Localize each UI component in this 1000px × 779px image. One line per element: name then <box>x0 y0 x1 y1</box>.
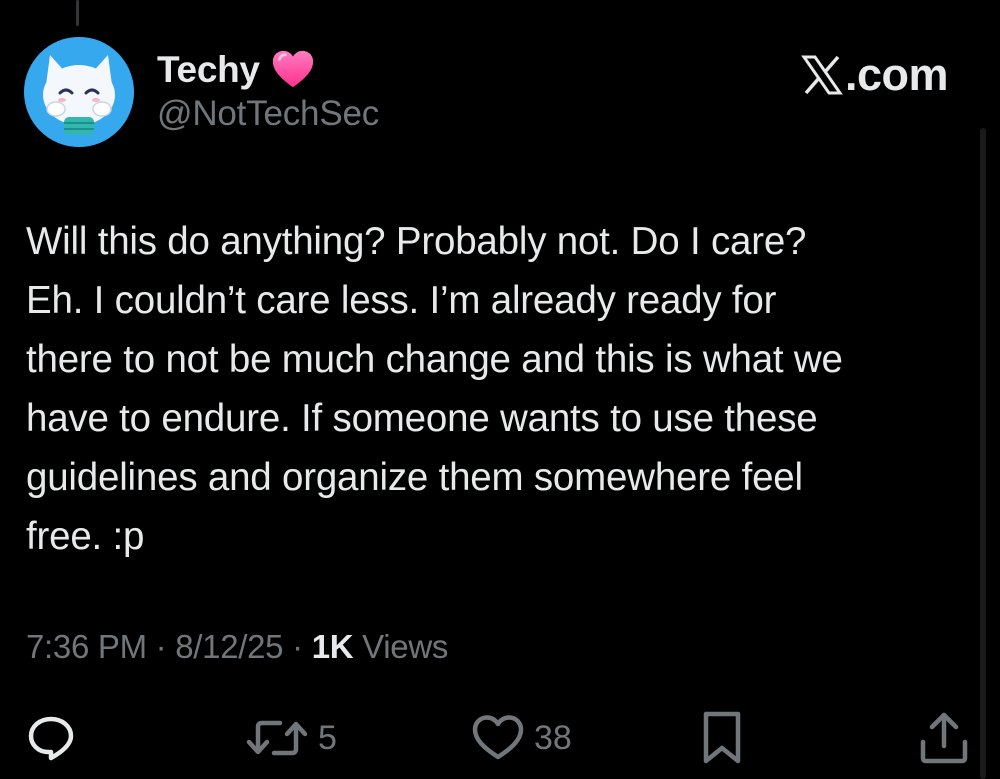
retweet-button[interactable]: 5 <box>244 706 337 770</box>
scrollbar[interactable] <box>980 128 986 779</box>
author-handle[interactable]: @NotTechSec <box>157 94 379 134</box>
share-button[interactable] <box>918 706 970 770</box>
retweet-icon <box>246 720 308 756</box>
meta-separator: · <box>146 628 176 665</box>
avatar[interactable] <box>24 37 134 147</box>
author-name-row[interactable]: Techy <box>157 46 316 94</box>
x-logo-icon <box>801 55 843 95</box>
tweet-date[interactable]: 8/12/25 <box>175 628 283 665</box>
tweet-action-bar: 5 38 <box>0 706 1000 770</box>
avatar-image <box>24 37 134 147</box>
bookmark-icon <box>703 711 741 764</box>
views-count: 1K <box>311 628 354 665</box>
tweet-time[interactable]: 7:36 PM <box>26 628 147 665</box>
like-count: 38 <box>534 718 572 757</box>
reply-icon <box>28 716 74 761</box>
meta-separator: · <box>283 628 312 665</box>
like-button[interactable]: 38 <box>470 706 572 770</box>
author-display-name[interactable]: Techy <box>157 49 260 91</box>
tweet-meta: 7:36 PM · 8/12/25 · 1K Views <box>26 628 448 666</box>
pink-heart-icon <box>272 50 313 88</box>
heart-outline-icon <box>472 715 524 760</box>
reply-button[interactable] <box>24 706 78 770</box>
share-icon <box>920 712 968 764</box>
bookmark-button[interactable] <box>698 706 746 770</box>
views-label: Views <box>353 628 449 665</box>
brand-domain-text: .com <box>844 49 949 100</box>
tweet-text: Will this do anything? Probably not. Do … <box>26 220 843 558</box>
retweet-count: 5 <box>318 718 337 757</box>
thread-connector-line <box>76 0 79 26</box>
brand-watermark: .com <box>800 46 949 104</box>
